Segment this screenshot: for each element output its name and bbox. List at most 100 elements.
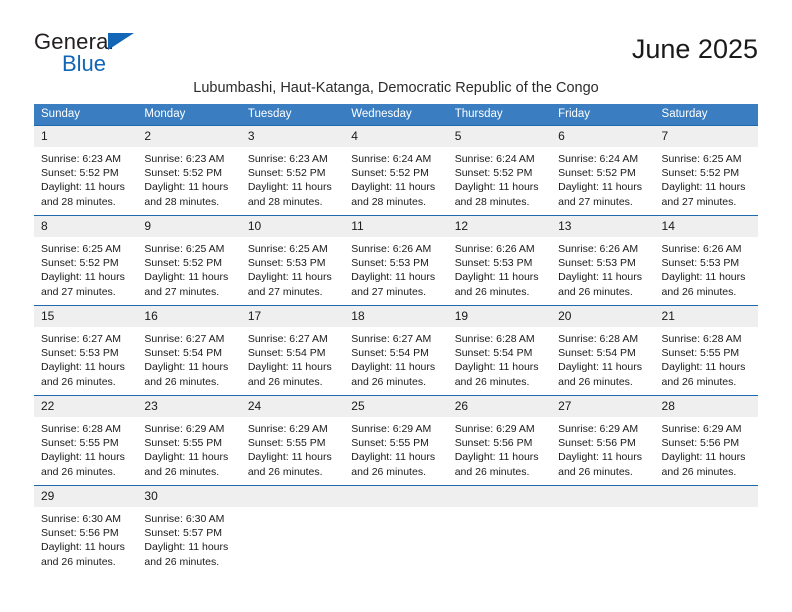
calendar-day-cell[interactable]: 18 Sunrise: 6:27 AM Sunset: 5:54 PM Dayligh… (344, 305, 448, 396)
sunset-time: Sunset: 5:55 PM (247, 437, 326, 450)
calendar-day-cell[interactable]: 12 Sunrise: 6:26 AM Sunset: 5:53 PM Dayligh… (447, 215, 552, 306)
daylight-line-2: and 26 minutes. (247, 465, 323, 478)
sunrise-time: Sunrise: 6:29 AM (454, 423, 535, 435)
sunrise-time: Sunrise: 6:30 AM (144, 513, 225, 525)
day-detail: Sunrise: 6:25 AM Sunset: 5:52 PM Daylight:… (655, 147, 758, 209)
daylight-line-1: Daylight: 11 hours (661, 271, 746, 284)
sunrise-time: Sunrise: 6:28 AM (558, 333, 639, 345)
daylight-line-2: and 28 minutes. (351, 195, 426, 208)
calendar-day-cell[interactable]: 22 Sunrise: 6:28 AM Sunset: 5:55 PM Dayligh… (34, 395, 138, 486)
day-number: 7 (654, 126, 758, 147)
calendar-day-cell[interactable]: 10 Sunrise: 6:25 AM Sunset: 5:53 PM Dayligh… (240, 215, 345, 306)
daylight-line-1: Daylight: 11 hours (144, 361, 229, 374)
calendar-day-cell[interactable]: 16 Sunrise: 6:27 AM Sunset: 5:54 PM Dayligh… (137, 305, 241, 396)
daylight-line-2: and 26 minutes. (144, 555, 220, 568)
sunrise-time: Sunrise: 6:25 AM (41, 243, 121, 255)
calendar-week-row: 22 Sunrise: 6:28 AM Sunset: 5:55 PM Dayligh… (34, 395, 758, 486)
calendar-day-cell[interactable]: 19 Sunrise: 6:28 AM Sunset: 5:54 PM Dayligh… (447, 305, 552, 396)
weekday-header-monday: Monday (137, 104, 241, 126)
weekday-header-saturday: Saturday (654, 104, 758, 126)
daylight-line-1: Daylight: 11 hours (454, 361, 539, 374)
calendar-day-cell[interactable]: 26 Sunrise: 6:29 AM Sunset: 5:56 PM Dayligh… (447, 395, 552, 486)
calendar-day-cell[interactable]: 23 Sunrise: 6:29 AM Sunset: 5:55 PM Dayligh… (137, 395, 241, 486)
daylight-line-2: and 26 minutes. (454, 375, 530, 388)
calendar-day-cell[interactable]: 17 Sunrise: 6:27 AM Sunset: 5:54 PM Dayligh… (240, 305, 345, 396)
calendar-day-cell[interactable]: 1 Sunrise: 6:23 AM Sunset: 5:52 PM Daylight… (34, 125, 138, 216)
day-number: 9 (137, 216, 241, 237)
calendar-day-cell[interactable]: 30 Sunrise: 6:30 AM Sunset: 5:57 PM Dayligh… (137, 485, 241, 573)
day-detail: Sunrise: 6:27 AM Sunset: 5:54 PM Daylight:… (241, 327, 344, 389)
weekday-header-tuesday: Tuesday (240, 104, 345, 126)
calendar-day-cell[interactable]: 5 Sunrise: 6:24 AM Sunset: 5:52 PM Daylight… (447, 125, 552, 216)
day-number (240, 486, 345, 507)
day-number: 8 (34, 216, 138, 237)
daylight-line-2: and 26 minutes. (454, 465, 530, 478)
sunset-time: Sunset: 5:52 PM (351, 167, 429, 180)
page-header: General Blue June 2025 (0, 0, 792, 76)
day-detail: Sunrise: 6:25 AM Sunset: 5:52 PM Daylight:… (34, 237, 137, 299)
calendar-day-cell[interactable]: 4 Sunrise: 6:24 AM Sunset: 5:52 PM Daylight… (344, 125, 448, 216)
calendar-day-cell[interactable]: 14 Sunrise: 6:26 AM Sunset: 5:53 PM Dayligh… (654, 215, 758, 306)
sunset-time: Sunset: 5:54 PM (351, 347, 429, 360)
day-number: 18 (344, 306, 448, 327)
calendar-day-cell[interactable]: 11 Sunrise: 6:26 AM Sunset: 5:53 PM Dayligh… (344, 215, 448, 306)
daylight-line-2: and 26 minutes. (144, 375, 220, 388)
day-number: 24 (240, 396, 345, 417)
day-number: 15 (34, 306, 138, 327)
day-detail: Sunrise: 6:30 AM Sunset: 5:56 PM Daylight:… (34, 507, 137, 569)
day-number: 23 (137, 396, 241, 417)
day-detail: Sunrise: 6:30 AM Sunset: 5:57 PM Daylight:… (137, 507, 240, 569)
daylight-line-1: Daylight: 11 hours (351, 271, 436, 284)
sunrise-time: Sunrise: 6:25 AM (247, 243, 328, 255)
sunset-time: Sunset: 5:55 PM (351, 437, 429, 450)
calendar-page: General Blue June 2025 Lubumbashi, Haut-… (0, 0, 792, 612)
calendar-day-cell[interactable]: 25 Sunrise: 6:29 AM Sunset: 5:55 PM Dayligh… (344, 395, 448, 486)
sunrise-time: Sunrise: 6:23 AM (41, 153, 121, 165)
day-number (344, 486, 448, 507)
daylight-line-2: and 26 minutes. (558, 465, 633, 478)
calendar-day-cell[interactable]: 21 Sunrise: 6:28 AM Sunset: 5:55 PM Dayligh… (654, 305, 758, 396)
calendar-week-row: 29 Sunrise: 6:30 AM Sunset: 5:56 PM Dayligh… (34, 485, 758, 573)
day-detail: Sunrise: 6:25 AM Sunset: 5:52 PM Daylight:… (137, 237, 240, 299)
day-detail (448, 507, 551, 512)
daylight-line-1: Daylight: 11 hours (144, 451, 229, 464)
sunset-time: Sunset: 5:54 PM (558, 347, 636, 360)
sunset-time: Sunset: 5:52 PM (41, 167, 119, 180)
daylight-line-2: and 26 minutes. (351, 465, 426, 478)
sunset-time: Sunset: 5:55 PM (41, 437, 119, 450)
day-detail: Sunrise: 6:29 AM Sunset: 5:55 PM Daylight:… (241, 417, 344, 479)
calendar-day-cell[interactable]: 27 Sunrise: 6:29 AM Sunset: 5:56 PM Dayligh… (551, 395, 655, 486)
day-detail: Sunrise: 6:28 AM Sunset: 5:55 PM Daylight:… (34, 417, 137, 479)
day-number: 25 (344, 396, 448, 417)
calendar-day-cell[interactable]: 8 Sunrise: 6:25 AM Sunset: 5:52 PM Daylight… (34, 215, 138, 306)
calendar-week-row: 15 Sunrise: 6:27 AM Sunset: 5:53 PM Dayligh… (34, 305, 758, 396)
calendar-day-cell[interactable]: 28 Sunrise: 6:29 AM Sunset: 5:56 PM Dayligh… (654, 395, 758, 486)
sunrise-time: Sunrise: 6:27 AM (41, 333, 121, 345)
calendar-day-cell[interactable]: 24 Sunrise: 6:29 AM Sunset: 5:55 PM Dayligh… (240, 395, 345, 486)
daylight-line-1: Daylight: 11 hours (41, 451, 125, 464)
sunset-time: Sunset: 5:56 PM (41, 527, 119, 540)
daylight-line-1: Daylight: 11 hours (41, 181, 125, 194)
calendar-day-cell[interactable]: 29 Sunrise: 6:30 AM Sunset: 5:56 PM Dayligh… (34, 485, 138, 573)
calendar-day-cell[interactable]: 15 Sunrise: 6:27 AM Sunset: 5:53 PM Dayligh… (34, 305, 138, 396)
daylight-line-1: Daylight: 11 hours (454, 271, 539, 284)
sunset-time: Sunset: 5:53 PM (247, 257, 326, 270)
calendar-day-cell[interactable]: 9 Sunrise: 6:25 AM Sunset: 5:52 PM Daylight… (137, 215, 241, 306)
sunrise-time: Sunrise: 6:27 AM (247, 333, 328, 345)
calendar-day-cell[interactable]: 7 Sunrise: 6:25 AM Sunset: 5:52 PM Daylight… (654, 125, 758, 216)
daylight-line-2: and 26 minutes. (558, 285, 633, 298)
daylight-line-1: Daylight: 11 hours (351, 181, 436, 194)
calendar-day-cell[interactable]: 13 Sunrise: 6:26 AM Sunset: 5:53 PM Dayligh… (551, 215, 655, 306)
day-number: 5 (447, 126, 552, 147)
calendar-day-cell[interactable]: 2 Sunrise: 6:23 AM Sunset: 5:52 PM Daylight… (137, 125, 241, 216)
day-detail: Sunrise: 6:26 AM Sunset: 5:53 PM Daylight:… (448, 237, 551, 299)
brand-logo[interactable]: General Blue (34, 30, 214, 78)
calendar-day-cell[interactable]: 3 Sunrise: 6:23 AM Sunset: 5:52 PM Daylight… (240, 125, 345, 216)
calendar-day-cell[interactable]: 6 Sunrise: 6:24 AM Sunset: 5:52 PM Daylight… (551, 125, 655, 216)
calendar-day-cell[interactable]: 20 Sunrise: 6:28 AM Sunset: 5:54 PM Dayligh… (551, 305, 655, 396)
sunset-time: Sunset: 5:52 PM (454, 167, 533, 180)
day-detail (551, 507, 654, 512)
sunrise-time: Sunrise: 6:26 AM (454, 243, 535, 255)
day-number (654, 486, 758, 507)
sunrise-time: Sunrise: 6:25 AM (661, 153, 742, 165)
